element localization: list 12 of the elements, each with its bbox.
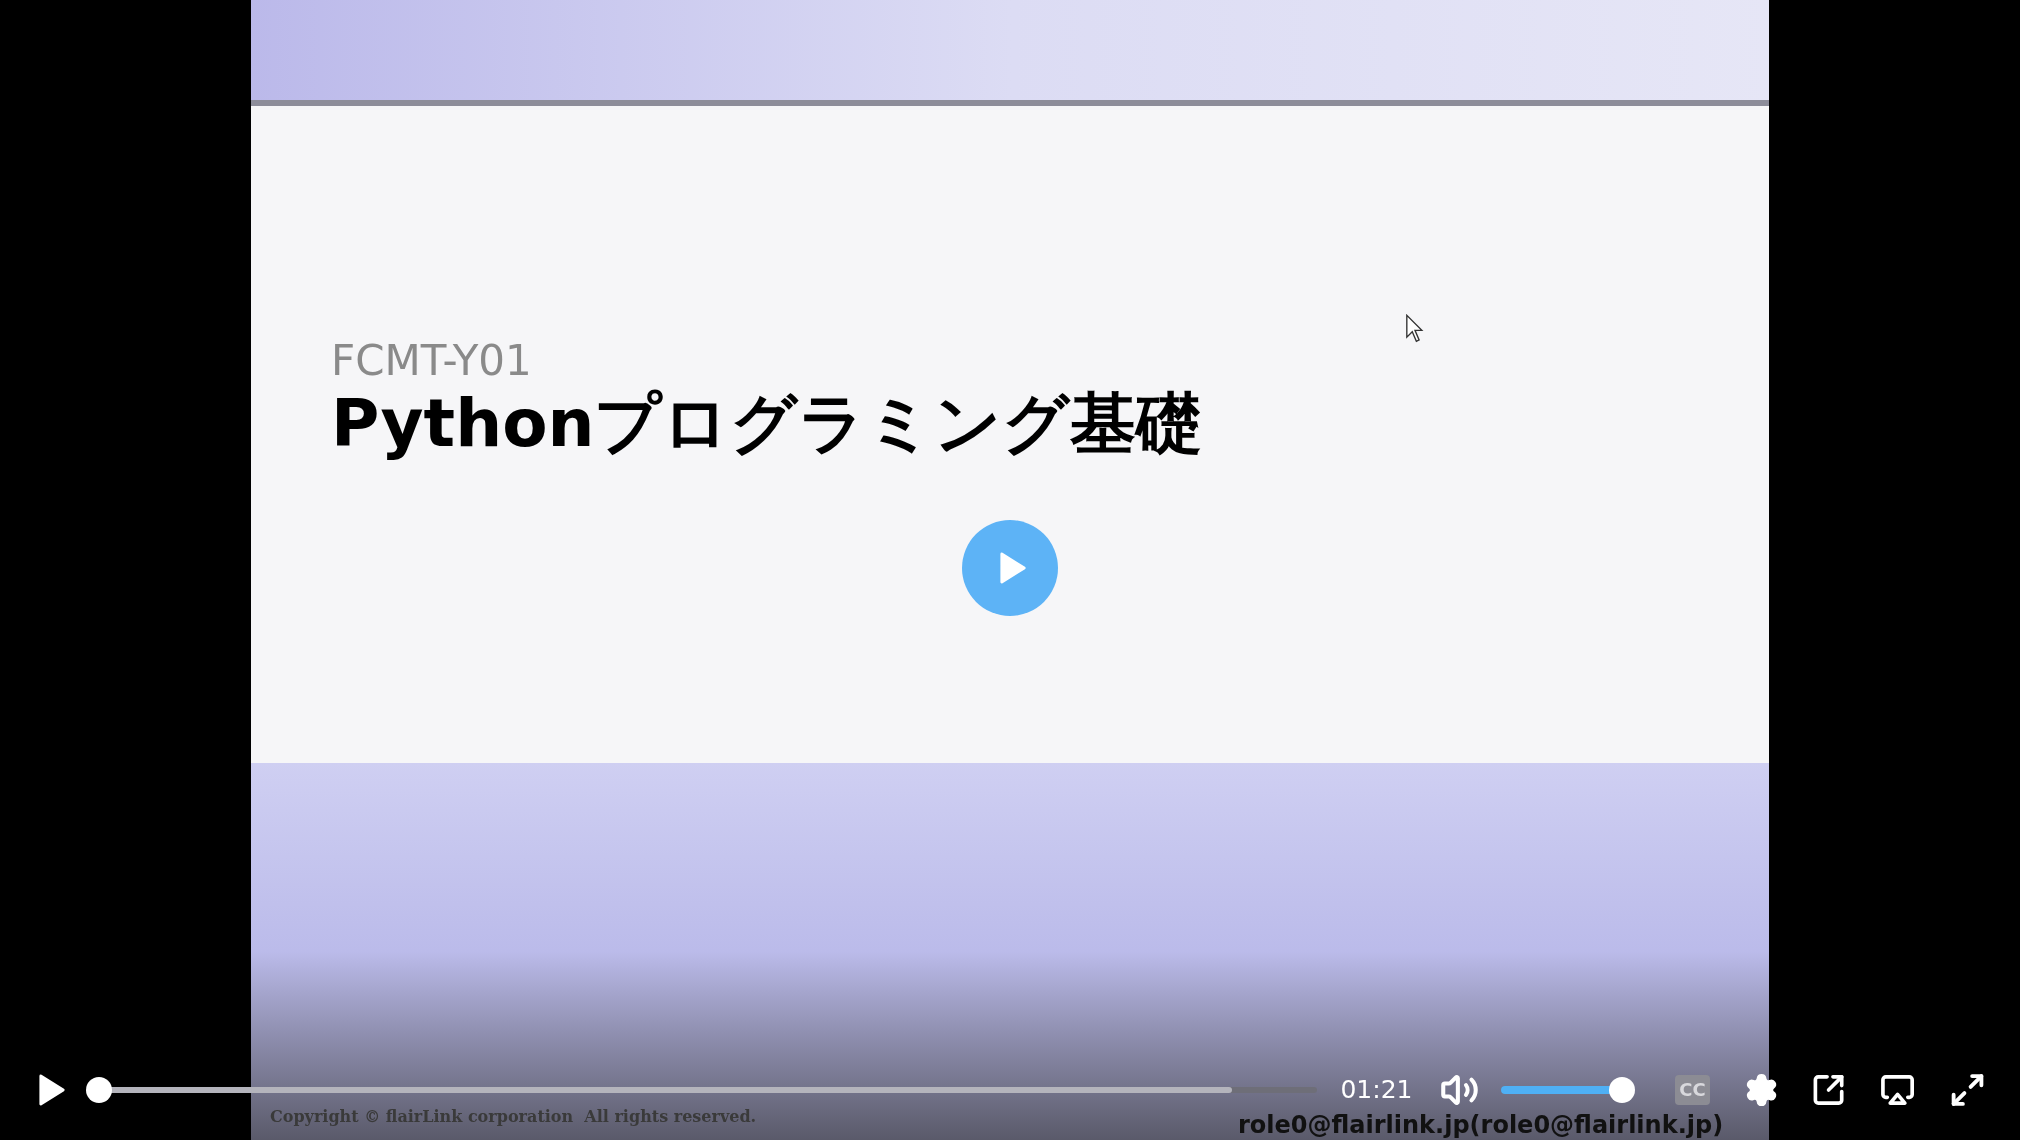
copyright-text: Copyright © flairLink corporation All rights reserved.: [270, 1106, 757, 1128]
fullscreen-icon[interactable]: [1949, 1071, 1986, 1109]
course-code: FCMT-Y01: [331, 338, 533, 384]
play-icon: [37, 1072, 66, 1108]
time-display: 01:21: [1340, 1074, 1413, 1107]
viewer-label: role0@flairlink.jp(role0@flairlink.jp): [1238, 1110, 1724, 1140]
airplay-icon[interactable]: [1879, 1072, 1915, 1108]
captions-button[interactable]: CC: [1675, 1075, 1710, 1105]
progress-thumb[interactable]: [86, 1077, 113, 1103]
play-icon: [999, 551, 1027, 585]
cursor-icon: [1405, 314, 1425, 344]
course-title: Pythonプログラミング基礎: [331, 384, 1204, 464]
